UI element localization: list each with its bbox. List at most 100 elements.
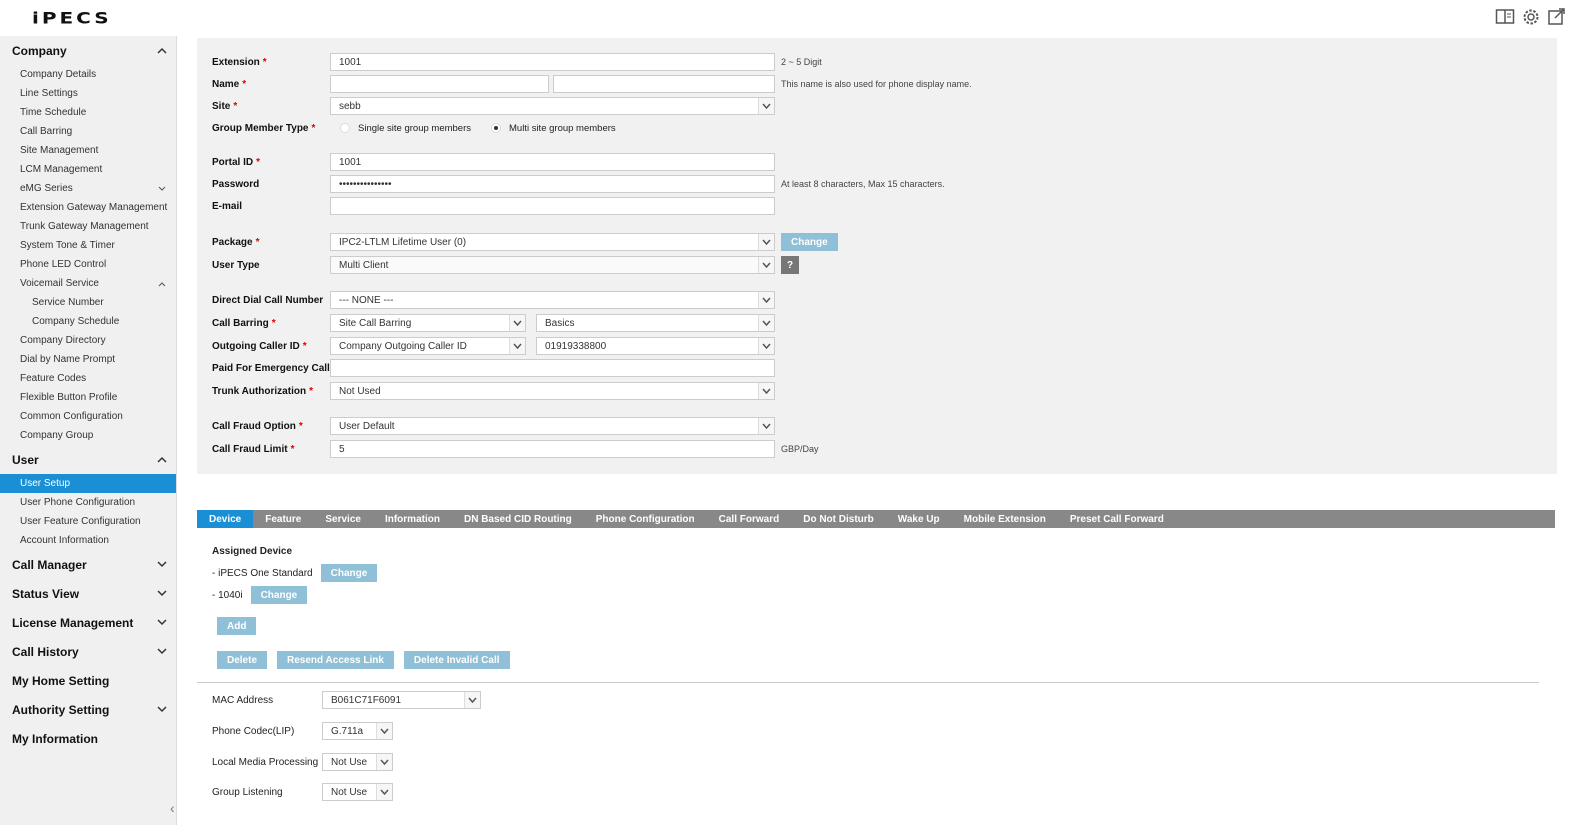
user-form-panel: Extension * 1001 2 ~ 5 Digit Name * This n… bbox=[197, 38, 1557, 474]
tab-feature[interactable]: Feature bbox=[253, 510, 313, 528]
tab-wake-up[interactable]: Wake Up bbox=[886, 510, 952, 528]
action-row: Delete Resend Access Link Delete Invalid… bbox=[217, 651, 510, 669]
sidebar-item-feature-codes[interactable]: Feature Codes bbox=[0, 369, 176, 388]
sidebar-item-dial-by-name[interactable]: Dial by Name Prompt bbox=[0, 350, 176, 369]
chevron-down-icon bbox=[758, 292, 774, 308]
paid-emergency-input[interactable] bbox=[330, 359, 775, 377]
tab-phone-configuration[interactable]: Phone Configuration bbox=[584, 510, 707, 528]
sidebar-section-call-manager[interactable]: Call Manager bbox=[0, 550, 176, 579]
sidebar-item-time-schedule[interactable]: Time Schedule bbox=[0, 103, 176, 122]
assigned-device-title: Assigned Device bbox=[212, 546, 293, 557]
sidebar-item-system-tone[interactable]: System Tone & Timer bbox=[0, 236, 176, 255]
device-row-2: - 1040i Change bbox=[212, 586, 308, 604]
tab-device[interactable]: Device bbox=[197, 510, 254, 528]
sidebar-item-common-config[interactable]: Common Configuration bbox=[0, 407, 176, 426]
chevron-down-icon bbox=[156, 559, 168, 571]
sidebar-section-user[interactable]: User bbox=[0, 445, 176, 474]
book-icon[interactable] bbox=[1495, 8, 1515, 26]
password-row: Password ••••••••••••••• At least 8 char… bbox=[212, 175, 945, 193]
last-name-input[interactable] bbox=[553, 75, 775, 93]
phone-codec-select[interactable]: G.711a bbox=[322, 722, 393, 740]
chevron-up-icon bbox=[156, 45, 168, 57]
outgoing-cid-type-select[interactable]: Company Outgoing Caller ID bbox=[330, 337, 526, 355]
outgoing-cid-row: Outgoing Caller ID * Company Outgoing Cal… bbox=[212, 337, 775, 355]
call-barring-type-select[interactable]: Site Call Barring bbox=[330, 314, 526, 332]
sidebar-item-phone-led[interactable]: Phone LED Control bbox=[0, 255, 176, 274]
chevron-up-icon bbox=[156, 454, 168, 466]
sidebar-section-my-information[interactable]: My Information bbox=[0, 724, 176, 753]
add-button[interactable]: Add bbox=[217, 617, 257, 635]
sidebar-item-line-settings[interactable]: Line Settings bbox=[0, 84, 176, 103]
device1-change-button[interactable]: Change bbox=[320, 564, 378, 582]
group-member-type-row: Group Member Type * Single site group mem… bbox=[212, 122, 616, 134]
sidebar-item-user-setup[interactable]: User Setup bbox=[0, 474, 176, 493]
single-site-radio[interactable]: Single site group members bbox=[340, 123, 471, 134]
extension-input[interactable]: 1001 bbox=[330, 53, 775, 71]
sidebar-item-flexible-button[interactable]: Flexible Button Profile bbox=[0, 388, 176, 407]
tab-preset-call-forward[interactable]: Preset Call Forward bbox=[1058, 510, 1176, 528]
fraud-limit-input[interactable]: 5 bbox=[330, 440, 775, 458]
local-media-select[interactable]: Not Use bbox=[322, 753, 393, 771]
sidebar-item-user-feature-config[interactable]: User Feature Configuration bbox=[0, 512, 176, 531]
multi-site-radio[interactable]: Multi site group members bbox=[491, 123, 616, 134]
sidebar-item-extension-gateway[interactable]: Extension Gateway Management bbox=[0, 198, 176, 217]
portal-id-row: Portal ID * 1001 bbox=[212, 153, 775, 171]
site-select[interactable]: sebb bbox=[330, 97, 775, 115]
sidebar-item-company-schedule[interactable]: Company Schedule bbox=[0, 312, 176, 331]
trunk-auth-select[interactable]: Not Used bbox=[330, 382, 775, 400]
direct-dial-select[interactable]: --- NONE --- bbox=[330, 291, 775, 309]
sidebar-item-account-info[interactable]: Account Information bbox=[0, 531, 176, 550]
sidebar-item-company-group[interactable]: Company Group bbox=[0, 426, 176, 445]
tab-do-not-disturb[interactable]: Do Not Disturb bbox=[791, 510, 886, 528]
chevron-down-icon bbox=[376, 754, 392, 770]
device2-change-button[interactable]: Change bbox=[250, 586, 308, 604]
export-icon[interactable] bbox=[1547, 8, 1567, 26]
tab-mobile-extension[interactable]: Mobile Extension bbox=[952, 510, 1058, 528]
sidebar-section-company[interactable]: Company bbox=[0, 36, 176, 65]
sidebar-item-user-phone-config[interactable]: User Phone Configuration bbox=[0, 493, 176, 512]
tab-bar: Device Feature Service Information DN Ba… bbox=[197, 510, 1555, 528]
outgoing-cid-value-select[interactable]: 01919338800 bbox=[536, 337, 775, 355]
chevron-down-icon bbox=[156, 588, 168, 600]
collapse-sidebar-icon[interactable]: ‹ bbox=[170, 800, 175, 816]
mac-address-select[interactable]: B061C71F6091 bbox=[322, 691, 481, 709]
group-listening-select[interactable]: Not Use bbox=[322, 783, 393, 801]
first-name-input[interactable] bbox=[330, 75, 549, 93]
delete-invalid-call-button[interactable]: Delete Invalid Call bbox=[403, 651, 510, 669]
delete-button[interactable]: Delete bbox=[217, 651, 268, 669]
tab-service[interactable]: Service bbox=[313, 510, 373, 528]
chevron-down-icon bbox=[758, 257, 774, 273]
tab-dn-cid-routing[interactable]: DN Based CID Routing bbox=[452, 510, 584, 528]
tab-information[interactable]: Information bbox=[373, 510, 452, 528]
package-change-button[interactable]: Change bbox=[781, 233, 838, 251]
sidebar-section-license[interactable]: License Management bbox=[0, 608, 176, 637]
sidebar-item-site-management[interactable]: Site Management bbox=[0, 141, 176, 160]
sidebar-item-voicemail[interactable]: Voicemail Service bbox=[0, 274, 176, 293]
sidebar-item-emg-series[interactable]: eMG Series bbox=[0, 179, 176, 198]
resend-access-link-button[interactable]: Resend Access Link bbox=[277, 651, 394, 669]
portal-id-input[interactable]: 1001 bbox=[330, 153, 775, 171]
fraud-option-select[interactable]: User Default bbox=[330, 417, 775, 435]
email-input[interactable] bbox=[330, 197, 775, 215]
call-barring-value-select[interactable]: Basics bbox=[536, 314, 775, 332]
mac-row: MAC Address B061C71F6091 bbox=[212, 691, 481, 709]
chevron-down-icon bbox=[758, 234, 774, 250]
tab-call-forward[interactable]: Call Forward bbox=[707, 510, 792, 528]
package-select[interactable]: IPC2-LTLM Lifetime User (0) bbox=[330, 233, 775, 251]
gear-icon[interactable] bbox=[1521, 8, 1541, 26]
sidebar-item-company-details[interactable]: Company Details bbox=[0, 65, 176, 84]
sidebar-section-call-history[interactable]: Call History bbox=[0, 637, 176, 666]
help-button[interactable]: ? bbox=[781, 256, 799, 274]
sidebar-section-authority[interactable]: Authority Setting bbox=[0, 695, 176, 724]
user-type-select[interactable]: Multi Client bbox=[330, 256, 775, 274]
chevron-down-icon bbox=[156, 183, 168, 195]
sidebar-item-trunk-gateway[interactable]: Trunk Gateway Management bbox=[0, 217, 176, 236]
sidebar-section-status-view[interactable]: Status View bbox=[0, 579, 176, 608]
password-input[interactable]: ••••••••••••••• bbox=[330, 175, 775, 193]
sidebar-item-service-number[interactable]: Service Number bbox=[0, 293, 176, 312]
sidebar-item-lcm-management[interactable]: LCM Management bbox=[0, 160, 176, 179]
sidebar-item-call-barring[interactable]: Call Barring bbox=[0, 122, 176, 141]
sidebar-item-company-directory[interactable]: Company Directory bbox=[0, 331, 176, 350]
sidebar-section-my-home[interactable]: My Home Setting bbox=[0, 666, 176, 695]
chevron-down-icon bbox=[156, 704, 168, 716]
